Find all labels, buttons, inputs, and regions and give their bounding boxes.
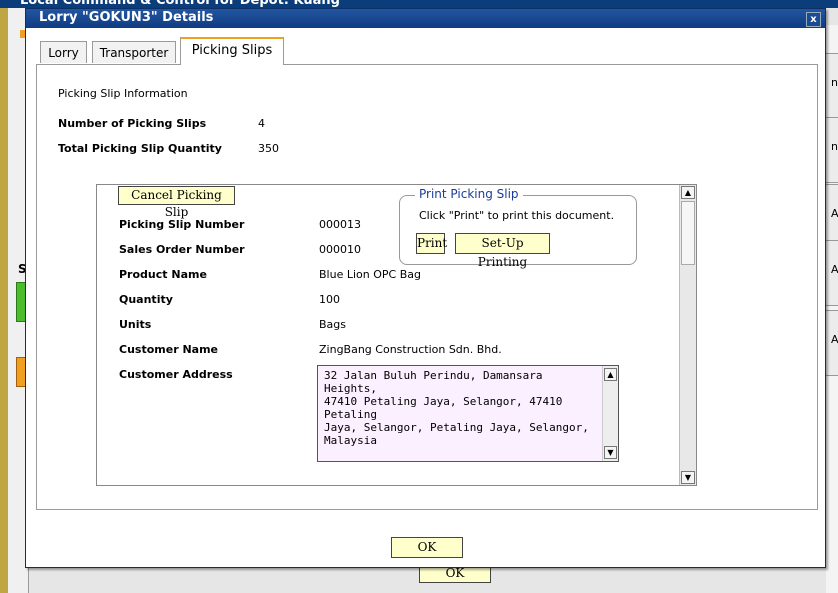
background-left-frame	[0, 8, 8, 593]
tab-transporter[interactable]: Transporter	[92, 41, 176, 63]
background-right-cell[interactable]: n	[826, 53, 838, 119]
num-picking-slips-value: 4	[258, 117, 265, 130]
background-titlebar: Local Command & Control for Depot: Kuang	[0, 0, 838, 8]
scroll-up-icon[interactable]: ▲	[604, 368, 617, 381]
field-label: Units	[119, 318, 152, 331]
scroll-down-icon[interactable]: ▼	[604, 446, 617, 459]
set-up-printing-button[interactable]: Set-Up Printing	[455, 233, 550, 269]
scroll-thumb[interactable]	[681, 201, 695, 265]
field-label: Sales Order Number	[119, 243, 245, 256]
field-value: 000010	[319, 243, 361, 256]
print-picking-slip-group: Print Picking Slip Click "Print" to prin…	[399, 187, 637, 269]
detail-scrollbar[interactable]: ▲ ▼	[679, 185, 696, 485]
total-quantity-value: 350	[258, 142, 279, 155]
section-title: Picking Slip Information	[58, 87, 188, 100]
dialog-titlebar[interactable]: Lorry "GOKUN3" Details x	[26, 9, 825, 28]
scroll-up-icon[interactable]: ▲	[681, 186, 695, 199]
field-label: Picking Slip Number	[119, 218, 245, 231]
field-label: Quantity	[119, 293, 173, 306]
cancel-picking-slip-button[interactable]: Cancel Picking Slip	[118, 186, 235, 219]
field-label: Product Name	[119, 268, 207, 281]
tab-picking-slips[interactable]: Picking Slips	[180, 37, 284, 65]
field-value: Blue Lion OPC Bag	[319, 268, 421, 281]
tab-lorry[interactable]: Lorry	[40, 41, 87, 63]
field-label: Customer Name	[119, 343, 218, 356]
customer-address-label: Customer Address	[119, 368, 233, 381]
lorry-details-dialog: Lorry "GOKUN3" Details x Lorry Transport…	[25, 8, 826, 568]
background-window-title: Local Command & Control for Depot: Kuang	[20, 0, 340, 8]
total-quantity-label: Total Picking Slip Quantity	[58, 142, 222, 155]
field-value: 100	[319, 293, 340, 306]
ok-button[interactable]: OK	[391, 537, 463, 558]
background-right-cell[interactable]: A	[826, 240, 838, 306]
dialog-title: Lorry "GOKUN3" Details	[39, 10, 214, 25]
print-instruction: Click "Print" to print this document.	[419, 209, 615, 222]
background-right-cell[interactable]: n	[826, 117, 838, 183]
print-button[interactable]: Print	[416, 233, 447, 254]
close-icon[interactable]: x	[806, 12, 821, 27]
print-group-legend: Print Picking Slip	[415, 187, 523, 201]
customer-address-textarea[interactable]: 32 Jalan Buluh Perindu, Damansara Height…	[317, 365, 619, 462]
address-scrollbar[interactable]: ▲ ▼	[602, 366, 618, 461]
field-value: Bags	[319, 318, 347, 331]
num-picking-slips-label: Number of Picking Slips	[58, 117, 207, 130]
background-right-cell[interactable]: A	[826, 310, 838, 376]
scroll-down-icon[interactable]: ▼	[681, 471, 695, 484]
field-value: ZingBang Construction Sdn. Bhd.	[319, 343, 502, 356]
field-value: 000013	[319, 218, 361, 231]
